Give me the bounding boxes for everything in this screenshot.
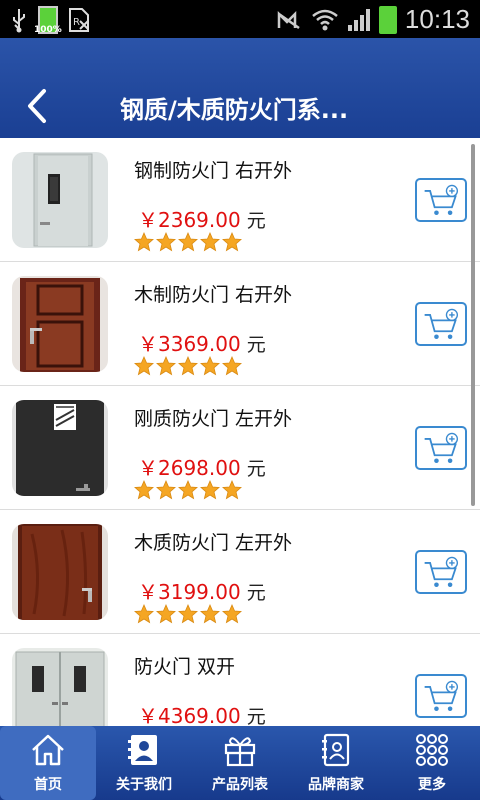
- product-price: ￥2369.00 元: [138, 208, 266, 232]
- star-icon: [134, 604, 154, 624]
- star-icon: [156, 232, 176, 252]
- product-image[interactable]: [12, 276, 108, 372]
- product-price: ￥3199.00 元: [138, 580, 266, 604]
- tab-more[interactable]: 更多: [384, 726, 480, 800]
- product-list[interactable]: 钢制防火门 右开外 ￥2369.00 元 木制防火门 右开外 ￥3369.00 …: [0, 138, 480, 726]
- product-row[interactable]: 木制防火门 右开外 ￥3369.00 元: [0, 262, 480, 386]
- signal-icon: [347, 8, 370, 31]
- star-icon: [200, 480, 220, 500]
- tab-about-us[interactable]: 关于我们: [96, 726, 192, 800]
- add-to-cart-button[interactable]: [415, 178, 467, 222]
- product-price: ￥2698.00 元: [138, 456, 266, 480]
- home-icon: [32, 734, 64, 766]
- star-icon: [200, 232, 220, 252]
- tab-label: 产品列表: [212, 777, 268, 793]
- add-to-cart-button[interactable]: [415, 426, 467, 470]
- mute-icon: [277, 10, 300, 29]
- star-icon: [222, 356, 242, 376]
- star-icon: [134, 232, 154, 252]
- star-icon: [222, 232, 242, 252]
- product-row[interactable]: 刚质防火门 左开外 ￥2698.00 元: [0, 386, 480, 510]
- add-to-cart-button[interactable]: [415, 550, 467, 594]
- product-name[interactable]: 木制防火门 右开外: [134, 280, 292, 307]
- rating-stars: [134, 480, 242, 500]
- sim-blocked-icon: R: [69, 8, 89, 32]
- star-icon: [222, 480, 242, 500]
- address-book-icon: [322, 733, 350, 767]
- product-row[interactable]: 钢制防火门 右开外 ￥2369.00 元: [0, 138, 480, 262]
- tab-brand-merchants[interactable]: 品牌商家: [288, 726, 384, 800]
- status-bar: 100% R 10:13: [0, 0, 480, 38]
- battery-percent: 100%: [34, 25, 62, 35]
- product-image[interactable]: [12, 400, 108, 496]
- rating-stars: [134, 356, 242, 376]
- back-arrow-icon[interactable]: [22, 88, 54, 124]
- app-header: 钢质/木质防火门系...: [0, 38, 480, 138]
- usb-icon: [13, 9, 25, 33]
- product-name[interactable]: 木质防火门 左开外: [134, 528, 292, 555]
- product-row[interactable]: 防火门 双开 ￥4369.00 元: [0, 634, 480, 726]
- product-name[interactable]: 防火门 双开: [134, 652, 235, 679]
- add-to-cart-button[interactable]: [415, 674, 467, 718]
- star-icon: [178, 480, 198, 500]
- add-to-cart-button[interactable]: [415, 302, 467, 346]
- grid-dots-icon: [416, 734, 448, 766]
- star-icon: [222, 604, 242, 624]
- product-name[interactable]: 刚质防火门 左开外: [134, 404, 292, 431]
- gift-icon: [224, 737, 256, 767]
- page-title: 钢质/木质防火门系...: [120, 96, 349, 124]
- svg-text:R: R: [73, 17, 80, 28]
- battery-icon: [378, 5, 397, 34]
- star-icon: [200, 356, 220, 376]
- star-icon: [178, 232, 198, 252]
- product-image[interactable]: [12, 648, 108, 726]
- product-price: ￥4369.00 元: [138, 704, 266, 726]
- star-icon: [134, 480, 154, 500]
- star-icon: [178, 604, 198, 624]
- rating-stars: [134, 604, 242, 624]
- wifi-icon: [312, 9, 338, 30]
- tab-label: 关于我们: [116, 777, 172, 793]
- star-icon: [134, 356, 154, 376]
- star-icon: [156, 356, 176, 376]
- tab-product-list[interactable]: 产品列表: [192, 726, 288, 800]
- scrollbar[interactable]: [471, 144, 475, 506]
- clock: 10:13: [404, 4, 470, 34]
- product-price: ￥3369.00 元: [138, 332, 266, 356]
- star-icon: [156, 480, 176, 500]
- contact-card-icon: [128, 735, 157, 765]
- tab-label: 品牌商家: [308, 777, 364, 793]
- tab-label: 首页: [34, 777, 62, 793]
- battery-status-icon: 100%: [34, 6, 62, 35]
- star-icon: [178, 356, 198, 376]
- product-image[interactable]: [12, 152, 108, 248]
- product-image[interactable]: [12, 524, 108, 620]
- bottom-tab-bar: 首页 关于我们 产品列表 品牌商家 更多: [0, 726, 480, 800]
- tab-home[interactable]: 首页: [0, 726, 96, 800]
- star-icon: [156, 604, 176, 624]
- star-icon: [200, 604, 220, 624]
- tab-label: 更多: [418, 777, 446, 793]
- rating-stars: [134, 232, 242, 252]
- product-row[interactable]: 木质防火门 左开外 ￥3199.00 元: [0, 510, 480, 634]
- product-name[interactable]: 钢制防火门 右开外: [134, 156, 292, 183]
